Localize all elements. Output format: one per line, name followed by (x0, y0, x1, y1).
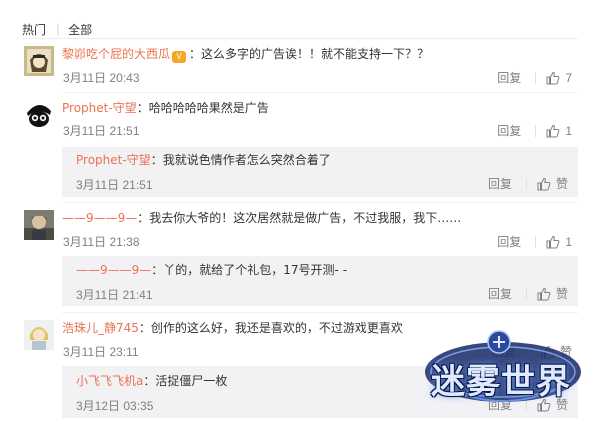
vip-badge-icon: V (172, 51, 187, 63)
reply-box: ——9——9—：丫的，就给了个礼包，17号开测- - 3月11日 21:41 回… (62, 256, 578, 306)
tab-all[interactable]: 全部 (68, 21, 92, 38)
comment-line: 浩珠儿_静745：创作的这么好，我还是喜欢的，不过游戏更喜欢 (62, 320, 403, 336)
reply-line: Prophet-守望：我就说色情作者怎么突然合着了 (76, 152, 331, 168)
reply-button[interactable]: 回复 (488, 285, 512, 302)
like-count[interactable]: 7 (565, 71, 572, 85)
comment-time: 3月11日 23:11 (63, 345, 139, 359)
comment-username[interactable]: ——9——9— (62, 211, 137, 225)
like-thumb-icon[interactable] (546, 235, 560, 249)
reply-line: 小飞飞飞机a：活捉僵尸一枚 (76, 373, 227, 389)
reply-text: ：我就说色情作者怎么突然合着了 (150, 153, 331, 167)
comment-text: ：这么多字的广告诶！！就不能支持一下？？ (189, 47, 430, 61)
action-divider (525, 177, 527, 190)
comment-actions: 回复 7 (497, 69, 572, 86)
comment-username[interactable]: 浩珠儿_静745 (62, 321, 139, 335)
like-label[interactable]: 赞 (556, 285, 568, 302)
game-logo-text: 迷雾世界 (431, 362, 571, 402)
reply-time: 3月12日 03:35 (76, 399, 154, 413)
reply-button[interactable]: 回复 (497, 69, 521, 86)
reply-username[interactable]: Prophet-守望 (76, 153, 151, 167)
like-count[interactable]: 1 (565, 235, 572, 249)
like-thumb-icon[interactable] (546, 124, 560, 138)
like-thumb-icon[interactable] (537, 287, 551, 301)
reply-username[interactable]: 小飞飞飞机a (76, 374, 143, 388)
like-thumb-icon[interactable] (537, 177, 551, 191)
avatar[interactable] (24, 100, 54, 130)
comment-time: 3月11日 21:38 (63, 235, 140, 249)
reply-actions: 回复 赞 (488, 175, 568, 192)
tabs-divider (22, 38, 578, 39)
action-divider (525, 287, 527, 300)
comment-line: ——9——9—：我去你大爷的！这次居然就是做广告，不过我服，我下…… (62, 210, 461, 226)
like-count[interactable]: 1 (565, 124, 572, 138)
like-thumb-icon[interactable] (546, 71, 560, 85)
comment-divider (62, 202, 578, 203)
reply-text: ：丫的，就给了个礼包，17号开测- - (151, 263, 348, 277)
comment-divider (62, 92, 578, 93)
comment-actions: 回复 1 (497, 233, 572, 250)
like-label[interactable]: 赞 (556, 175, 568, 192)
comment-item: 黎峁吃个屁的大西瓜 V ：这么多字的广告诶！！就不能支持一下？？ 3月11日 20:… (22, 44, 578, 93)
avatar[interactable] (24, 46, 54, 76)
reply-text: ：活捉僵尸一枚 (143, 374, 228, 388)
reply-time: 3月11日 21:41 (76, 288, 153, 302)
comment-time: 3月11日 21:51 (63, 124, 140, 138)
reply-button[interactable]: 回复 (497, 122, 521, 139)
action-divider (535, 71, 537, 84)
comment-username[interactable]: Prophet-守望 (62, 101, 137, 115)
tab-divider: | (56, 22, 61, 36)
avatar[interactable] (24, 210, 54, 240)
reply-actions: 回复 赞 (488, 285, 568, 302)
comment-text: ：哈哈哈哈哈果然是广告 (136, 101, 269, 115)
comment-text: ：我去你大爷的！这次居然就是做广告，不过我服，我下…… (137, 211, 462, 225)
comment-line: Prophet-守望：哈哈哈哈哈果然是广告 (62, 100, 269, 116)
reply-username[interactable]: ——9——9— (76, 263, 151, 277)
comment-time: 3月11日 20:43 (63, 71, 140, 85)
avatar[interactable] (24, 320, 54, 350)
action-divider (535, 235, 537, 248)
game-logo-watermark: 迷雾世界 (421, 328, 581, 410)
comment-actions: 回复 1 (497, 122, 572, 139)
reply-box: Prophet-守望：我就说色情作者怎么突然合着了 3月11日 21:51 回复… (62, 147, 578, 197)
comment-text: ：创作的这么好，我还是喜欢的，不过游戏更喜欢 (138, 321, 403, 335)
reply-button[interactable]: 回复 (497, 233, 521, 250)
comment-line: 黎峁吃个屁的大西瓜 V ：这么多字的广告诶！！就不能支持一下？？ (62, 46, 429, 63)
comment-username[interactable]: 黎峁吃个屁的大西瓜 (62, 47, 170, 61)
reply-button[interactable]: 回复 (488, 175, 512, 192)
reply-line: ——9——9—：丫的，就给了个礼包，17号开测- - (76, 262, 347, 278)
comment-tabs: 热门 | 全部 (22, 20, 92, 38)
comment-divider (62, 312, 578, 313)
action-divider (535, 124, 537, 137)
reply-time: 3月11日 21:51 (76, 178, 153, 192)
tab-hot[interactable]: 热门 (22, 21, 46, 38)
